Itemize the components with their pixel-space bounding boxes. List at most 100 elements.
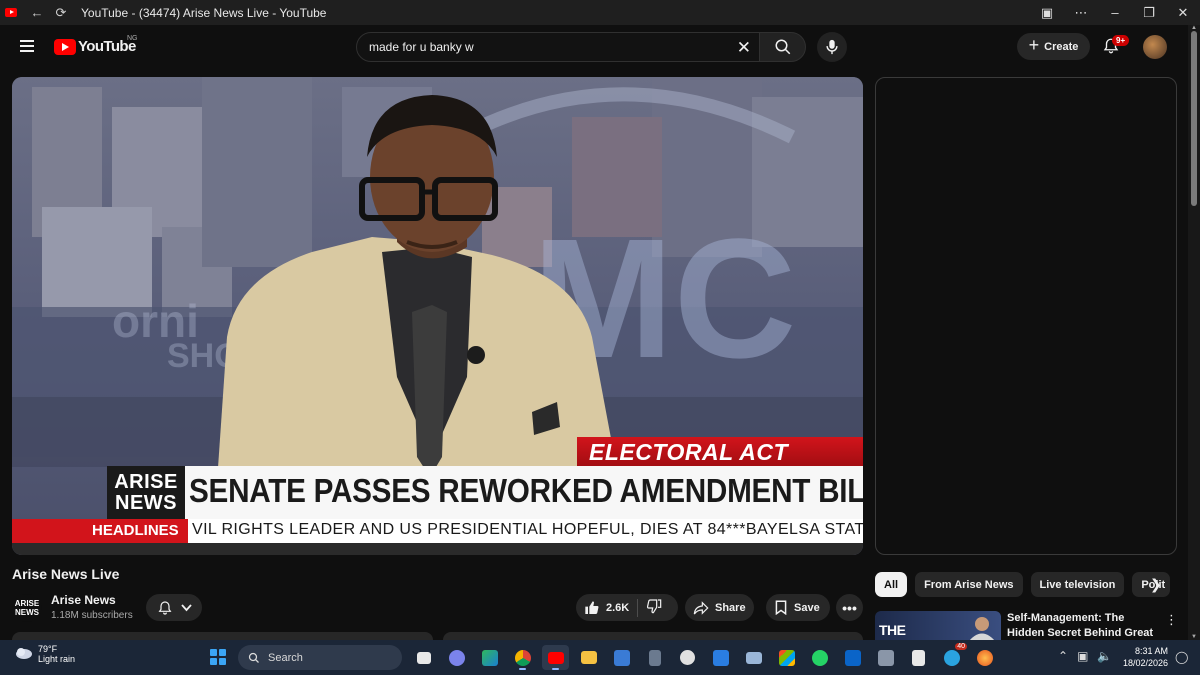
share-arrow-icon — [693, 600, 709, 615]
firefox-icon[interactable] — [971, 645, 998, 670]
reload-icon[interactable]: ⟳ — [49, 0, 73, 25]
sidebar-ad-slot — [875, 77, 1177, 555]
youtube-app-icon[interactable] — [542, 645, 569, 670]
search-input[interactable] — [357, 40, 717, 54]
more-horizontal-icon: ••• — [842, 599, 857, 616]
clock-time: 8:31 AM — [1134, 646, 1168, 656]
brand-line-1: ARISE — [114, 471, 178, 493]
headline-text: SENATE PASSES REWORKED AMENDMENT BILL — [189, 472, 863, 509]
channel-avatar[interactable]: ARISE NEWS — [12, 594, 42, 622]
photos-app-icon[interactable] — [476, 645, 503, 670]
share-button[interactable]: Share — [685, 594, 754, 621]
brand-line-2: NEWS — [115, 492, 177, 514]
settings-app-icon[interactable] — [872, 645, 899, 670]
ticker-bottom-strip — [12, 543, 863, 555]
chip-all[interactable]: All — [875, 572, 908, 597]
taskbar-search-icon — [248, 652, 259, 663]
create-label: Create — [1044, 40, 1079, 53]
youtube-play-icon — [54, 38, 76, 55]
restore-icon[interactable]: ❐ — [1132, 5, 1166, 21]
taskbar-clock[interactable]: 8:31 AM 18/02/2026 — [1118, 645, 1168, 669]
thumbs-down-icon — [647, 599, 662, 614]
back-arrow-icon[interactable]: ← — [25, 0, 49, 25]
youtube-masthead: YouTube NG ✕ + Create 9+ — [0, 25, 1188, 70]
channel-name[interactable]: Arise News — [51, 593, 116, 607]
close-window-icon[interactable]: ✕ — [1166, 5, 1200, 21]
minimize-icon[interactable]: – — [1098, 5, 1132, 20]
thumbnail-text: THE — [879, 622, 906, 638]
save-button[interactable]: Save — [766, 594, 830, 621]
chrome-icon[interactable] — [509, 645, 536, 670]
teams-chat-icon[interactable] — [443, 645, 470, 670]
thumbnail-figure — [969, 617, 995, 641]
chevron-down-icon — [180, 603, 192, 611]
channel-avatar-line-1: ARISE — [14, 599, 40, 608]
outlook-icon[interactable] — [839, 645, 866, 670]
notepad-icon[interactable] — [905, 645, 932, 670]
youtube-favicon-icon — [5, 8, 17, 17]
youtube-logo[interactable]: YouTube NG — [54, 35, 138, 55]
video-editor-icon[interactable] — [707, 645, 734, 670]
create-button[interactable]: + Create — [1017, 33, 1090, 60]
store-icon[interactable] — [773, 645, 800, 670]
scrollbar-thumb[interactable] — [1191, 31, 1197, 206]
dislike-button[interactable] — [646, 598, 662, 617]
notification-center-icon[interactable]: ◯ — [1175, 650, 1188, 664]
windows-start-icon[interactable] — [210, 649, 226, 665]
related-filter-chips: All From Arise News Live television Poli… — [875, 572, 1171, 597]
lower-third-tag: ELECTORAL ACT — [577, 437, 863, 467]
taskbar-search-label: Search — [268, 651, 303, 664]
more-menu-icon[interactable]: ⋯ — [1064, 5, 1098, 21]
chip-live-television[interactable]: Live television — [1030, 572, 1125, 597]
like-dislike-group: 2.6K — [576, 594, 678, 621]
search-icon — [775, 39, 790, 55]
ticker-label: HEADLINES — [12, 519, 188, 543]
news-ticker: VIL RIGHTS LEADER AND US PRESIDENTIAL HO… — [12, 519, 863, 543]
telegram-icon[interactable]: 40 — [938, 643, 967, 670]
telegram-badge: 40 — [955, 643, 967, 650]
tray-chevron-up-icon[interactable]: ⌃ — [1058, 649, 1068, 663]
file-explorer-icon[interactable] — [575, 645, 602, 670]
task-view-icon[interactable] — [410, 645, 437, 670]
video-title: Arise News Live — [12, 566, 120, 582]
video-player[interactable]: MC orni SHO ELECTORAL ACT SENATE PASSES … — [12, 77, 863, 555]
subscriber-count: 1.18M subscribers — [51, 610, 133, 621]
chip-from-arise-news[interactable]: From Arise News — [915, 572, 1023, 597]
clear-search-icon[interactable]: ✕ — [737, 38, 751, 58]
user-avatar[interactable] — [1143, 35, 1167, 59]
share-label: Share — [715, 601, 746, 614]
like-divider — [637, 598, 639, 617]
weather-widget[interactable]: 79°F Light rain — [14, 644, 75, 664]
media-player-icon[interactable] — [674, 645, 701, 670]
vertical-more-icon[interactable]: ⋮ — [1165, 612, 1178, 628]
bookmark-icon — [775, 600, 787, 615]
hamburger-menu-icon[interactable] — [20, 40, 34, 52]
rain-cloud-icon — [16, 648, 32, 659]
lower-third-headline: SENATE PASSES REWORKED AMENDMENT BILL — [107, 466, 863, 519]
volume-icon[interactable]: 🔈 — [1097, 649, 1112, 663]
recommended-video-thumbnail[interactable]: THE — [875, 611, 1001, 641]
search-box: ✕ — [356, 32, 760, 62]
like-count: 2.6K — [606, 601, 630, 614]
chevron-right-icon[interactable]: ❯ — [1150, 576, 1162, 593]
plus-icon: + — [1028, 35, 1040, 55]
thumbs-up-icon — [585, 600, 599, 614]
taskbar-app-icons: 40 — [410, 643, 998, 670]
taskbar-search[interactable]: Search — [238, 645, 402, 670]
search-button[interactable] — [759, 32, 806, 62]
cast-icon[interactable]: ▣ — [1030, 5, 1064, 21]
notification-bell-icon — [158, 600, 171, 615]
network-icon[interactable]: ▣ — [1077, 649, 1088, 663]
voice-search-button[interactable] — [817, 32, 847, 62]
remote-desktop-icon[interactable] — [740, 645, 767, 670]
whatsapp-icon[interactable] — [806, 645, 833, 670]
security-app-icon[interactable] — [608, 645, 635, 670]
page-scrollbar[interactable]: ▲ ▼ — [1188, 25, 1200, 640]
lower-third-tag-text: ELECTORAL ACT — [589, 439, 789, 465]
more-actions-button[interactable]: ••• — [836, 594, 863, 621]
subscribed-notifications-button[interactable] — [146, 594, 202, 621]
system-tray: ⌃ ▣ 🔈 — [1058, 649, 1112, 663]
country-code: NG — [127, 35, 138, 42]
calculator-icon[interactable] — [641, 645, 668, 670]
like-button[interactable]: 2.6K — [576, 600, 629, 616]
